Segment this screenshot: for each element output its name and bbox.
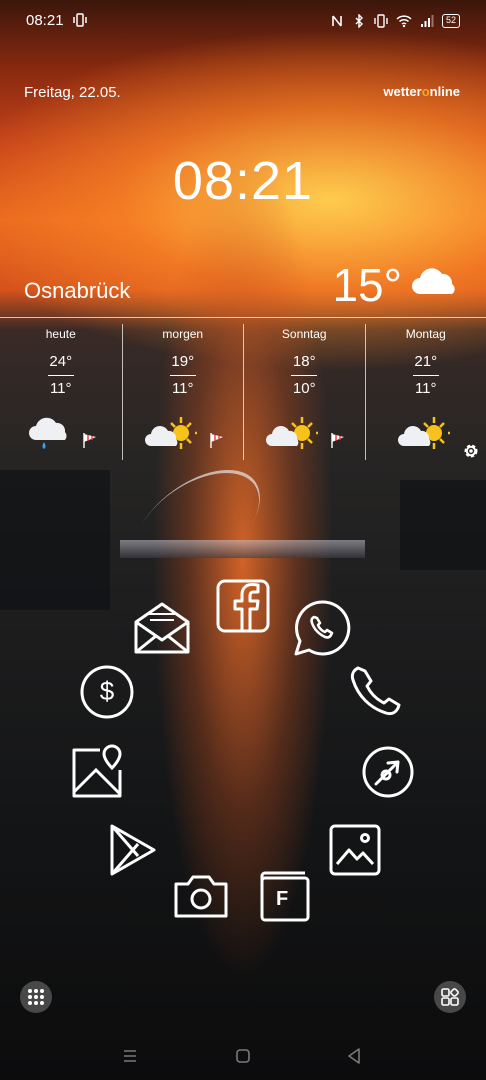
city-buildings-right	[400, 480, 486, 570]
city-name[interactable]: Osnabrück	[24, 278, 130, 304]
vibrate-icon	[374, 14, 388, 28]
nfc-icon	[332, 15, 342, 27]
forecast-max-temp: 19°	[171, 353, 195, 370]
forecast-day[interactable]: Montag 21° 11°	[364, 324, 486, 460]
forecast-min-temp: 11°	[171, 380, 194, 397]
app-drawer-button[interactable]	[20, 981, 52, 1013]
widgets-icon	[441, 988, 459, 1006]
cloud-rain-icon	[29, 417, 67, 449]
forecast-day-name: Montag	[405, 327, 446, 341]
signal-icon	[420, 15, 434, 27]
forecast-separator	[291, 375, 318, 376]
browser-icon	[362, 746, 414, 798]
navigation-bar	[0, 1036, 486, 1076]
partly-sunny-icon	[397, 417, 450, 449]
forecast-row: heute 24° 11° morgen 19° 11° Sonntag 18°…	[0, 324, 486, 460]
windsock-icon	[209, 433, 223, 448]
forecast-max-temp: 18°	[292, 353, 316, 370]
wifi-icon	[396, 15, 412, 28]
email-app[interactable]	[132, 598, 192, 658]
status-bar: 08:21 52	[0, 0, 486, 42]
forecast-max-temp: 24°	[49, 353, 73, 370]
forecast-day[interactable]: heute 24° 11°	[0, 324, 122, 460]
vibrate-icon	[73, 13, 87, 27]
files-letter: F	[276, 888, 289, 910]
forecast-day-name: Sonntag	[281, 327, 327, 341]
forecast-min-temp: 10°	[292, 380, 316, 397]
forecast-separator	[47, 375, 74, 376]
forecast-separator	[169, 375, 196, 376]
cloud-icon	[412, 268, 455, 294]
camera-app[interactable]	[171, 866, 231, 926]
map-icon	[72, 744, 122, 798]
forecast-min-temp: 11°	[414, 380, 437, 397]
windsock-icon	[331, 433, 344, 448]
browser-app[interactable]	[358, 742, 418, 802]
mail-icon	[134, 602, 190, 654]
forecast-min-temp: 11°	[49, 380, 72, 397]
files-app[interactable]: F	[254, 866, 314, 926]
forecast-separator	[412, 375, 439, 376]
forecast-day-name: morgen	[162, 327, 204, 341]
clock[interactable]: 08:21	[0, 150, 486, 212]
whatsapp-icon	[294, 600, 351, 656]
menu-icon[interactable]	[118, 1044, 142, 1068]
camera-icon	[174, 875, 228, 918]
grid-dots-icon	[28, 989, 44, 1005]
battery-icon: 52	[441, 14, 460, 28]
forecast-day-name: heute	[45, 327, 76, 341]
gallery-app[interactable]	[325, 820, 385, 880]
forecast-day[interactable]: Sonntag 18° 10°	[243, 324, 365, 460]
gallery-icon	[329, 824, 381, 876]
status-time: 08:21	[26, 12, 64, 29]
bridge	[120, 540, 365, 558]
play-store-app[interactable]	[102, 820, 162, 880]
dollar-symbol: $	[99, 676, 115, 706]
maps-app[interactable]	[66, 742, 126, 802]
forecast-max-temp: 21°	[414, 353, 438, 370]
settings-gear-icon[interactable]	[462, 442, 480, 460]
bridge-arch	[126, 470, 284, 550]
city-buildings-left	[0, 470, 110, 610]
home-icon[interactable]	[231, 1044, 255, 1068]
whatsapp-app[interactable]	[292, 598, 352, 658]
facebook-app[interactable]	[213, 576, 273, 636]
widgets-button[interactable]	[434, 981, 466, 1013]
phone-app[interactable]	[346, 662, 406, 722]
partly-sunny-icon	[144, 417, 197, 449]
phone-icon	[350, 666, 401, 716]
bluetooth-icon	[355, 14, 363, 28]
facebook-icon	[216, 579, 270, 633]
weather-brand-logo[interactable]: wetteronline	[383, 84, 460, 99]
date-label: Freitag, 22.05.	[24, 84, 121, 101]
current-temperature: 15°	[332, 259, 402, 311]
forecast-day[interactable]: morgen 19° 11°	[121, 324, 244, 460]
partly-sunny-icon	[266, 417, 318, 449]
play-store-icon	[110, 824, 156, 876]
payment-app[interactable]: $	[77, 662, 137, 722]
windsock-icon	[83, 433, 96, 448]
back-icon[interactable]	[342, 1044, 366, 1068]
widget-divider	[0, 317, 486, 318]
